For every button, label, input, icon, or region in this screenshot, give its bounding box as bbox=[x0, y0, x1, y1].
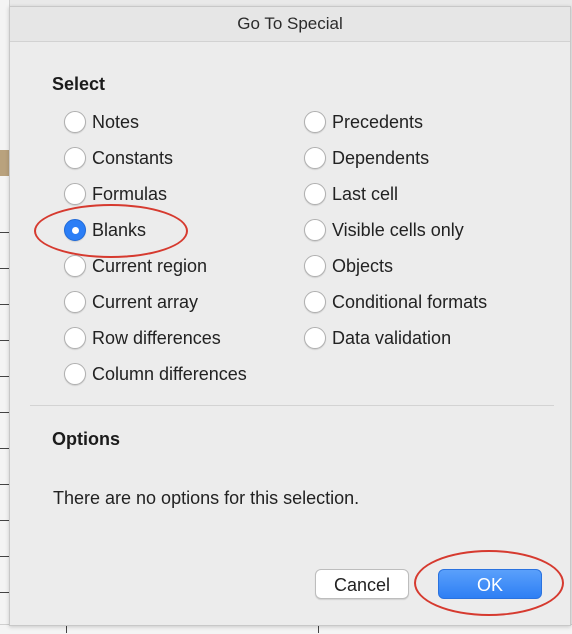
radio-button[interactable] bbox=[304, 111, 326, 133]
radio-constants[interactable]: Constants bbox=[64, 144, 173, 172]
radio-label: Current array bbox=[92, 291, 199, 312]
select-section-label: Select bbox=[52, 74, 106, 94]
radio-label: Current region bbox=[92, 255, 208, 276]
radio-last-cell[interactable]: Last cell bbox=[304, 180, 398, 208]
gridline bbox=[0, 412, 9, 413]
radio-row-differences[interactable]: Row differences bbox=[64, 324, 221, 352]
radio-current-array[interactable]: Current array bbox=[64, 288, 198, 316]
radio-dependents[interactable]: Dependents bbox=[304, 144, 429, 172]
radio-button[interactable] bbox=[64, 111, 86, 133]
radio-label: Last cell bbox=[332, 183, 399, 204]
radio-label: Precedents bbox=[332, 111, 424, 132]
radio-label: Objects bbox=[332, 255, 394, 276]
radio-objects[interactable]: Objects bbox=[304, 252, 393, 280]
radio-label: Row differences bbox=[92, 327, 221, 348]
radio-label: Column differences bbox=[92, 363, 247, 384]
radio-button[interactable] bbox=[64, 363, 86, 385]
gridline bbox=[0, 304, 9, 305]
radio-label: Notes bbox=[92, 111, 140, 132]
radio-button-selected[interactable] bbox=[64, 219, 86, 241]
radio-label: Dependents bbox=[332, 147, 430, 168]
radio-column-differences[interactable]: Column differences bbox=[64, 360, 247, 388]
radio-label: Formulas bbox=[92, 183, 168, 204]
radio-conditional-formats[interactable]: Conditional formats bbox=[304, 288, 487, 316]
gridline bbox=[0, 520, 9, 521]
radio-label: Conditional formats bbox=[332, 291, 488, 312]
gridline bbox=[0, 340, 9, 341]
cancel-button[interactable]: Cancel bbox=[315, 569, 409, 599]
radio-button[interactable] bbox=[64, 147, 86, 169]
gridline bbox=[0, 556, 9, 557]
radio-label: Constants bbox=[92, 147, 174, 168]
dialog-title: Go To Special bbox=[10, 7, 570, 42]
options-section-label: Options bbox=[52, 429, 120, 449]
options-info-text: There are no options for this selection. bbox=[53, 488, 360, 508]
gridline bbox=[0, 448, 9, 449]
gridline bbox=[0, 592, 9, 593]
gridline bbox=[0, 268, 9, 269]
go-to-special-dialog: Go To Special Select Notes Constants For… bbox=[9, 6, 571, 626]
radio-label: Blanks bbox=[92, 219, 147, 240]
radio-visible-cells-only[interactable]: Visible cells only bbox=[304, 216, 464, 244]
spreadsheet-cell-fragment bbox=[0, 150, 9, 176]
radio-precedents[interactable]: Precedents bbox=[304, 108, 423, 136]
radio-button[interactable] bbox=[64, 183, 86, 205]
gridline bbox=[0, 232, 9, 233]
radio-button[interactable] bbox=[304, 255, 326, 277]
ok-button[interactable]: OK bbox=[438, 569, 542, 599]
radio-formulas[interactable]: Formulas bbox=[64, 180, 167, 208]
gridline bbox=[0, 484, 9, 485]
radio-current-region[interactable]: Current region bbox=[64, 252, 207, 280]
radio-blanks[interactable]: Blanks bbox=[64, 216, 146, 244]
radio-button[interactable] bbox=[304, 147, 326, 169]
radio-button[interactable] bbox=[304, 327, 326, 349]
radio-button[interactable] bbox=[304, 183, 326, 205]
radio-button[interactable] bbox=[64, 255, 86, 277]
gridline bbox=[0, 376, 9, 377]
radio-button[interactable] bbox=[304, 219, 326, 241]
section-divider bbox=[30, 405, 554, 406]
radio-label: Visible cells only bbox=[332, 219, 464, 240]
radio-button[interactable] bbox=[64, 291, 86, 313]
radio-data-validation[interactable]: Data validation bbox=[304, 324, 451, 352]
radio-button[interactable] bbox=[64, 327, 86, 349]
radio-notes[interactable]: Notes bbox=[64, 108, 139, 136]
radio-label: Data validation bbox=[332, 327, 452, 348]
radio-button[interactable] bbox=[304, 291, 326, 313]
